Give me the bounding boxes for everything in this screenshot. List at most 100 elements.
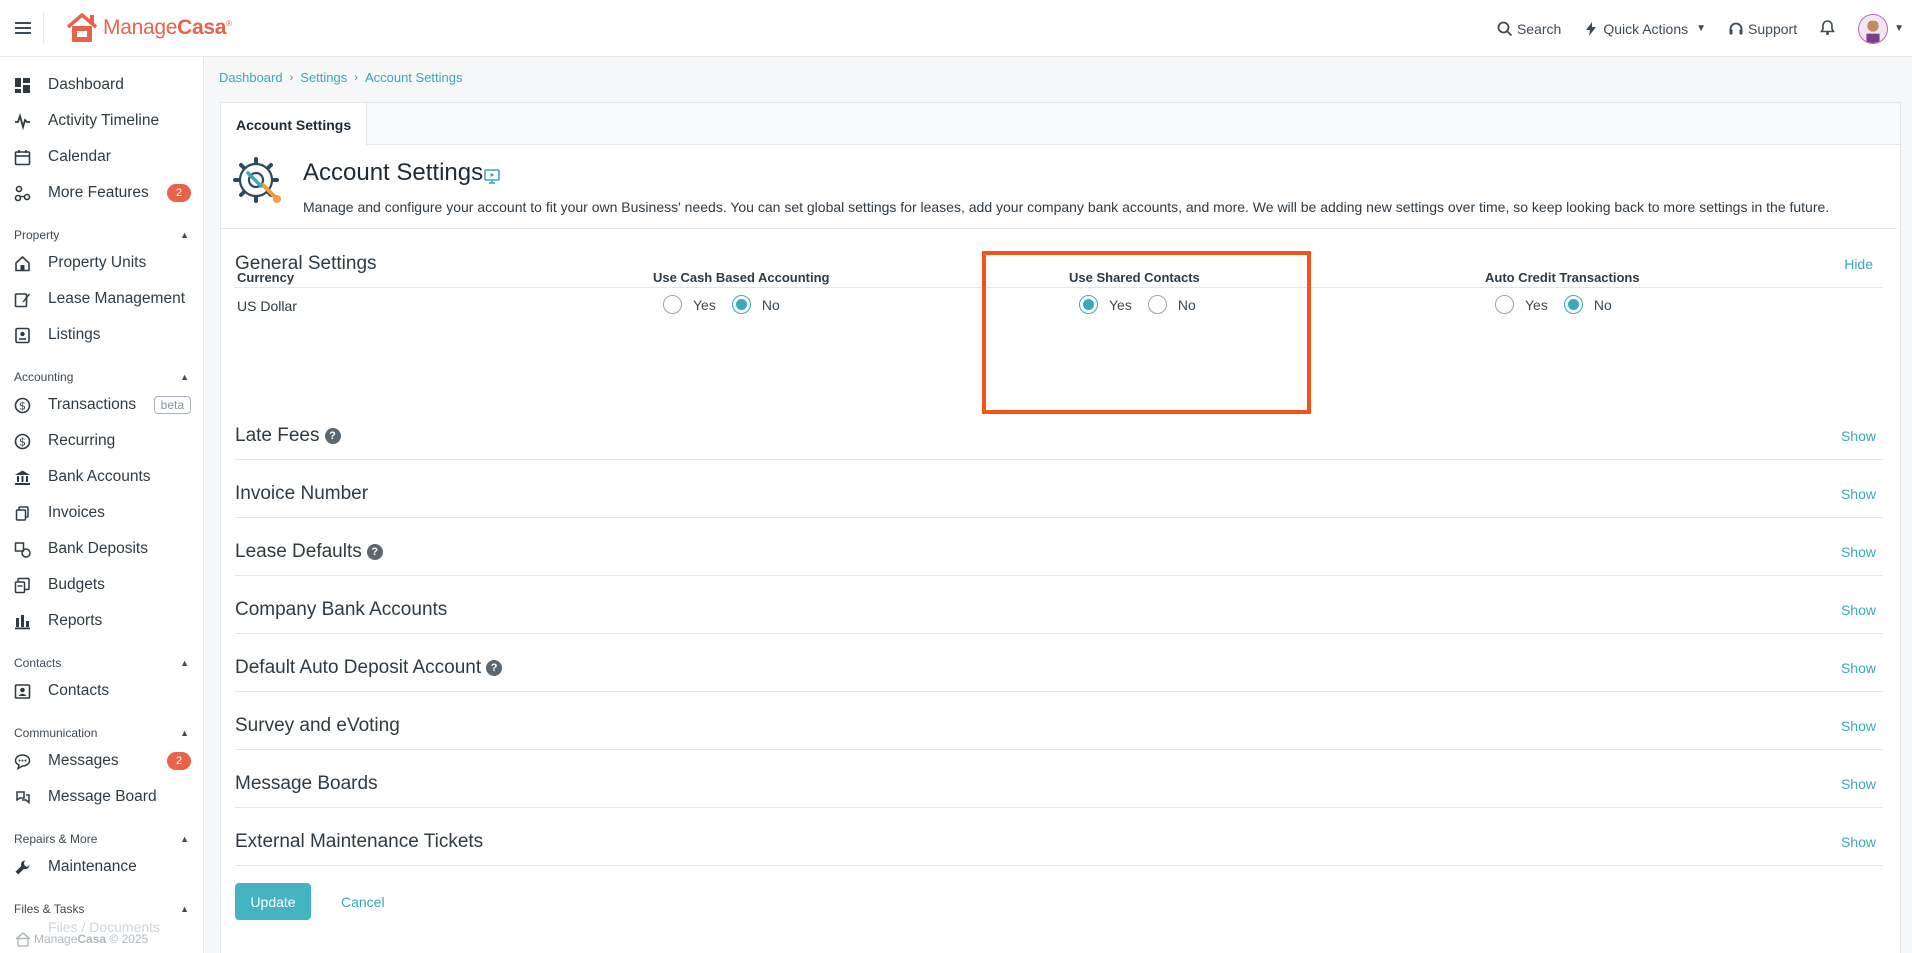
chevron-right-icon: › [354, 71, 358, 84]
sidebar-item-message-board[interactable]: Message Board [0, 779, 203, 815]
search-button[interactable]: Search [1497, 21, 1561, 37]
dollar-circle-icon: $ [14, 397, 31, 414]
sidebar-item-listings[interactable]: Listings [0, 317, 203, 353]
tab-bar: Account Settings [221, 103, 1900, 146]
bar-chart-icon [14, 613, 31, 630]
sidebar-item-bank-deposits[interactable]: Bank Deposits [0, 531, 203, 567]
budget-icon [14, 577, 31, 594]
wrench-icon [14, 859, 31, 876]
notification-badge: 2 [167, 184, 191, 202]
breadcrumb-settings[interactable]: Settings [300, 70, 347, 85]
shared-contacts-setting: Use Shared Contacts Yes No [1069, 270, 1200, 314]
sidebar-item-activity-timeline[interactable]: Activity Timeline [0, 103, 203, 139]
currency-setting: Currency US Dollar [237, 270, 297, 314]
sidebar-item-invoices[interactable]: Invoices [0, 495, 203, 531]
chevron-down-icon: ▼ [1696, 23, 1707, 34]
edit-document-icon [14, 291, 31, 308]
sidebar-item-dashboard[interactable]: Dashboard [0, 67, 203, 103]
sidebar-footer: Manage Casa © 2025 [14, 931, 148, 947]
calendar-icon [14, 149, 31, 166]
section-survey-evoting: Survey and eVoting Show [235, 702, 1883, 750]
chevron-down-icon: ▼ [1894, 23, 1904, 34]
show-toggle[interactable]: Show [1841, 834, 1876, 850]
help-icon[interactable]: ? [366, 543, 383, 560]
house-logo-icon [66, 13, 98, 42]
sidebar-item-maintenance[interactable]: Maintenance [0, 849, 203, 885]
video-tutorial-icon[interactable] [483, 167, 501, 185]
sidebar-item-property-units[interactable]: Property Units [0, 245, 203, 281]
sidebar-item-calendar[interactable]: Calendar [0, 139, 203, 175]
collapse-icon: ▲ [180, 372, 189, 382]
sidebar-item-budgets[interactable]: Budgets [0, 567, 203, 603]
sidebar-item-reports[interactable]: Reports [0, 603, 203, 639]
currency-value: US Dollar [237, 298, 297, 314]
update-button[interactable]: Update [235, 883, 311, 920]
cash-accounting-setting: Use Cash Based Accounting Yes No [653, 270, 830, 314]
svg-text:$: $ [19, 435, 26, 448]
cancel-button[interactable]: Cancel [341, 883, 385, 920]
collapse-icon: ▲ [180, 728, 189, 738]
show-toggle[interactable]: Show [1841, 486, 1876, 502]
page-description: Manage and configure your account to fit… [303, 199, 1830, 215]
sidebar-group-files-tasks[interactable]: Files & Tasks ▲ [0, 899, 203, 919]
settings-tools-icon [233, 157, 281, 203]
sidebar-group-contacts[interactable]: Contacts ▲ [0, 653, 203, 673]
quick-actions-button[interactable]: Quick Actions ▼ [1583, 21, 1706, 37]
brand-logo[interactable]: ManageCasa® [64, 12, 232, 44]
listing-icon [14, 327, 31, 344]
sidebar: Dashboard Activity Timeline Calendar Mor… [0, 57, 204, 953]
show-toggle[interactable]: Show [1841, 428, 1876, 444]
section-message-boards: Message Boards Show [235, 760, 1883, 808]
beta-tag: beta [153, 396, 191, 414]
show-toggle[interactable]: Show [1841, 602, 1876, 618]
section-invoice-number: Invoice Number Show [235, 470, 1883, 518]
support-button[interactable]: Support [1728, 21, 1797, 37]
show-toggle[interactable]: Show [1841, 776, 1876, 792]
brand-name: ManageCasa® [103, 16, 232, 39]
notification-badge: 2 [167, 752, 191, 770]
bank-icon [14, 469, 31, 486]
chat-bubble-icon [14, 753, 31, 770]
cash-accounting-no-radio[interactable]: No [731, 295, 780, 314]
recurring-dollar-icon: $ [14, 433, 31, 450]
shared-contacts-yes-radio[interactable]: Yes [1079, 295, 1132, 314]
sidebar-item-messages[interactable]: Messages 2 [0, 743, 203, 779]
section-external-maintenance: External Maintenance Tickets Show [235, 818, 1883, 866]
menu-icon[interactable] [2, 12, 44, 44]
dashboard-icon [14, 77, 31, 94]
cash-accounting-yes-radio[interactable]: Yes [663, 295, 716, 314]
show-toggle[interactable]: Show [1841, 660, 1876, 676]
bolt-icon [1586, 21, 1597, 36]
show-toggle[interactable]: Show [1841, 718, 1876, 734]
sidebar-group-repairs[interactable]: Repairs & More ▲ [0, 829, 203, 849]
home-icon [14, 255, 31, 272]
sidebar-item-contacts[interactable]: Contacts [0, 673, 203, 709]
collapse-icon: ▲ [180, 904, 189, 914]
section-late-fees: Late Fees? Show [235, 412, 1883, 460]
notifications-button[interactable] [1819, 19, 1836, 39]
sidebar-group-accounting[interactable]: Accounting ▲ [0, 367, 203, 387]
auto-credit-yes-radio[interactable]: Yes [1495, 295, 1548, 314]
shared-contacts-no-radio[interactable]: No [1147, 295, 1196, 314]
chevron-right-icon: › [289, 71, 294, 84]
invoice-icon [14, 505, 31, 522]
help-icon[interactable]: ? [486, 659, 503, 676]
sidebar-item-recurring[interactable]: $ Recurring [0, 423, 203, 459]
message-board-icon [14, 789, 31, 806]
user-menu[interactable]: ▼ [1858, 13, 1904, 44]
tab-account-settings[interactable]: Account Settings [221, 103, 368, 146]
breadcrumb-dashboard[interactable]: Dashboard [219, 70, 283, 85]
features-icon [14, 185, 31, 202]
sidebar-item-bank-accounts[interactable]: Bank Accounts [0, 459, 203, 495]
main-content: Dashboard › Settings › Account Settings … [204, 57, 1912, 953]
auto-credit-no-radio[interactable]: No [1563, 295, 1612, 314]
sidebar-item-more-features[interactable]: More Features 2 [0, 175, 203, 211]
show-toggle[interactable]: Show [1841, 544, 1876, 560]
breadcrumb-account-settings[interactable]: Account Settings [365, 70, 463, 85]
sidebar-group-communication[interactable]: Communication ▲ [0, 723, 203, 743]
sidebar-item-lease-management[interactable]: Lease Management [0, 281, 203, 317]
sidebar-group-property[interactable]: Property ▲ [0, 225, 203, 245]
help-icon[interactable]: ? [324, 427, 341, 444]
bell-icon [1820, 19, 1836, 35]
sidebar-item-transactions[interactable]: $ Transactions beta [0, 387, 203, 423]
